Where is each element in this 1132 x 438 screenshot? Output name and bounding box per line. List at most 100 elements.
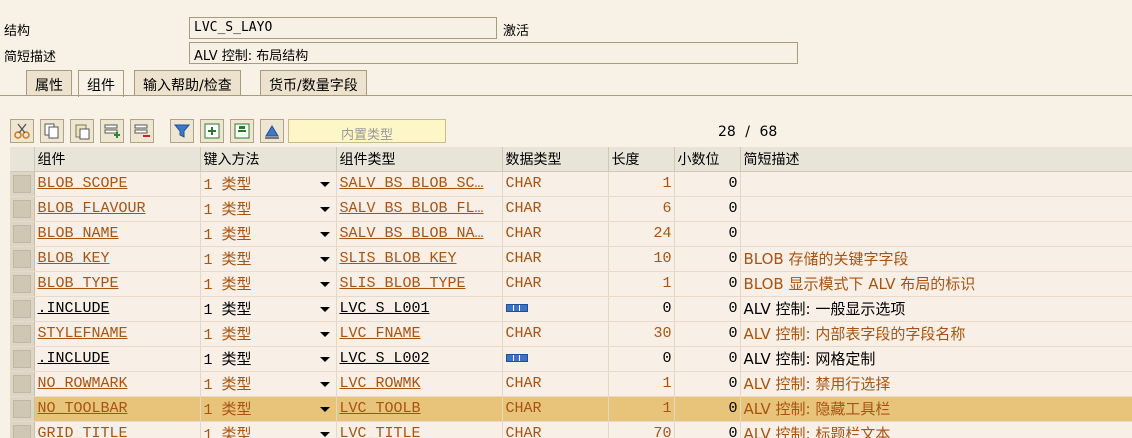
row-selector[interactable] (10, 421, 35, 438)
dropdown-arrow-icon[interactable] (319, 231, 330, 237)
component-type-cell[interactable]: LVC_S_L002 (336, 346, 503, 372)
select-all-header[interactable] (10, 147, 35, 172)
table-row[interactable]: BLOB_KEY 1 类型 SLIS_BLOB_KEY CHAR 10 0 BLOB 存储的… (10, 246, 1132, 272)
row-select-box[interactable] (13, 374, 31, 393)
component-type-cell[interactable]: LVC_S_L001 (336, 296, 503, 322)
row-select-box[interactable] (13, 299, 31, 318)
component-type-cell[interactable]: SALV_BS_BLOB_FL… (336, 196, 503, 222)
structure-name-field[interactable]: LVC_S_LAYO (189, 17, 497, 39)
component-name-cell[interactable]: .INCLUDE (34, 346, 201, 372)
row-selector[interactable] (10, 171, 35, 197)
entry-method-cell[interactable]: 1 类型 (200, 421, 337, 438)
dropdown-arrow-icon[interactable] (319, 431, 330, 437)
column-header-decimals[interactable]: 小数位 (674, 147, 741, 172)
filter-icon[interactable] (170, 119, 194, 143)
row-selector[interactable] (10, 296, 35, 322)
row-selector[interactable] (10, 371, 35, 397)
table-row[interactable]: .INCLUDE 1 类型 LVC_S_L002 0 0 ALV 控制: 网格定制 (10, 346, 1132, 372)
row-select-box[interactable] (13, 274, 31, 293)
table-row[interactable]: BLOB_NAME 1 类型 SALV_BS_BLOB_NA… CHAR 24 0 (10, 221, 1132, 247)
row-select-box[interactable] (13, 249, 31, 268)
row-selector[interactable] (10, 246, 35, 272)
row-select-box[interactable] (13, 324, 31, 343)
entry-method-cell[interactable]: 1 类型 (200, 346, 337, 372)
tab-attributes[interactable]: 属性 (26, 70, 72, 95)
insert-row-icon[interactable] (100, 119, 124, 143)
row-select-box[interactable] (13, 349, 31, 368)
entry-method-cell[interactable]: 1 类型 (200, 171, 337, 197)
row-select-box[interactable] (13, 399, 31, 418)
collapse-structure-icon[interactable] (230, 119, 254, 143)
component-name-cell[interactable]: STYLEFNAME (34, 321, 201, 347)
expand-structure-icon[interactable] (200, 119, 224, 143)
row-select-box[interactable] (13, 224, 31, 243)
row-selector[interactable] (10, 196, 35, 222)
table-row[interactable]: GRID_TITLE 1 类型 LVC_TITLE CHAR 70 0 ALV 控制: 标题… (10, 421, 1132, 438)
table-row[interactable]: BLOB_SCOPE 1 类型 SALV_BS_BLOB_SC… CHAR 1 0 (10, 171, 1132, 197)
entry-method-cell[interactable]: 1 类型 (200, 396, 337, 422)
component-type-cell[interactable]: LVC_ROWMK (336, 371, 503, 397)
entry-method-cell[interactable]: 1 类型 (200, 296, 337, 322)
component-name-cell[interactable]: NO_ROWMARK (34, 371, 201, 397)
column-header-component-type[interactable]: 组件类型 (336, 147, 503, 172)
table-row[interactable]: NO_TOOLBAR 1 类型 LVC_TOOLB CHAR 1 0 ALV 控制: 隐藏工… (10, 396, 1132, 422)
row-selector[interactable] (10, 221, 35, 247)
find-icon[interactable] (260, 119, 284, 143)
row-selector[interactable] (10, 396, 35, 422)
entry-method-cell[interactable]: 1 类型 (200, 221, 337, 247)
column-header-data-type[interactable]: 数据类型 (502, 147, 609, 172)
column-header-short-desc[interactable]: 简短描述 (740, 147, 1132, 172)
component-type-cell[interactable]: LVC_FNAME (336, 321, 503, 347)
table-row[interactable]: BLOB_FLAVOUR 1 类型 SALV_BS_BLOB_FL… CHAR 6 0 (10, 196, 1132, 222)
row-select-box[interactable] (13, 199, 31, 218)
dropdown-arrow-icon[interactable] (319, 206, 330, 212)
column-header-entry-method[interactable]: 键入方法 (200, 147, 337, 172)
dropdown-arrow-icon[interactable] (319, 406, 330, 412)
row-selector[interactable] (10, 271, 35, 297)
copy-icon[interactable] (40, 119, 64, 143)
row-selector[interactable] (10, 346, 35, 372)
dropdown-arrow-icon[interactable] (319, 306, 330, 312)
component-type-cell[interactable]: LVC_TOOLB (336, 396, 503, 422)
entry-method-cell[interactable]: 1 类型 (200, 321, 337, 347)
dropdown-arrow-icon[interactable] (319, 356, 330, 362)
component-type-cell[interactable]: SLIS_BLOB_TYPE (336, 271, 503, 297)
row-selector[interactable] (10, 321, 35, 347)
component-name-cell[interactable]: BLOB_KEY (34, 246, 201, 272)
component-type-cell[interactable]: SLIS_BLOB_KEY (336, 246, 503, 272)
dropdown-arrow-icon[interactable] (319, 281, 330, 287)
table-row[interactable]: .INCLUDE 1 类型 LVC_S_L001 0 0 ALV 控制: 一般显示选项 (10, 296, 1132, 322)
cut-icon[interactable] (10, 119, 34, 143)
component-type-cell[interactable]: SALV_BS_BLOB_SC… (336, 171, 503, 197)
short-desc-field[interactable]: ALV 控制: 布局结构 (189, 42, 798, 64)
component-name-cell[interactable]: BLOB_NAME (34, 221, 201, 247)
builtin-type-button[interactable]: 内置类型 (288, 119, 446, 143)
entry-method-cell[interactable]: 1 类型 (200, 371, 337, 397)
entry-method-cell[interactable]: 1 类型 (200, 196, 337, 222)
dropdown-arrow-icon[interactable] (319, 256, 330, 262)
tab-currency-quantity[interactable]: 货币/数量字段 (260, 70, 367, 95)
row-select-box[interactable] (13, 424, 31, 438)
dropdown-arrow-icon[interactable] (319, 181, 330, 187)
component-name-cell[interactable]: NO_TOOLBAR (34, 396, 201, 422)
component-name-cell[interactable]: GRID_TITLE (34, 421, 201, 438)
entry-method-cell[interactable]: 1 类型 (200, 271, 337, 297)
delete-row-icon[interactable] (130, 119, 154, 143)
component-type-cell[interactable]: SALV_BS_BLOB_NA… (336, 221, 503, 247)
tab-input-help[interactable]: 输入帮助/检查 (134, 70, 241, 95)
component-type-cell[interactable]: LVC_TITLE (336, 421, 503, 438)
component-name-cell[interactable]: .INCLUDE (34, 296, 201, 322)
column-header-length[interactable]: 长度 (608, 147, 675, 172)
table-row[interactable]: STYLEFNAME 1 类型 LVC_FNAME CHAR 30 0 ALV 控制: 内部… (10, 321, 1132, 347)
dropdown-arrow-icon[interactable] (319, 331, 330, 337)
component-name-cell[interactable]: BLOB_SCOPE (34, 171, 201, 197)
dropdown-arrow-icon[interactable] (319, 381, 330, 387)
table-row[interactable]: NO_ROWMARK 1 类型 LVC_ROWMK CHAR 1 0 ALV 控制: 禁用行… (10, 371, 1132, 397)
component-name-cell[interactable]: BLOB_TYPE (34, 271, 201, 297)
row-select-box[interactable] (13, 174, 31, 193)
table-row[interactable]: BLOB_TYPE 1 类型 SLIS_BLOB_TYPE CHAR 1 0 BLOB 显示… (10, 271, 1132, 297)
paste-icon[interactable] (70, 119, 94, 143)
component-name-cell[interactable]: BLOB_FLAVOUR (34, 196, 201, 222)
column-header-component[interactable]: 组件 (34, 147, 201, 172)
tab-components[interactable]: 组件 (78, 70, 124, 97)
